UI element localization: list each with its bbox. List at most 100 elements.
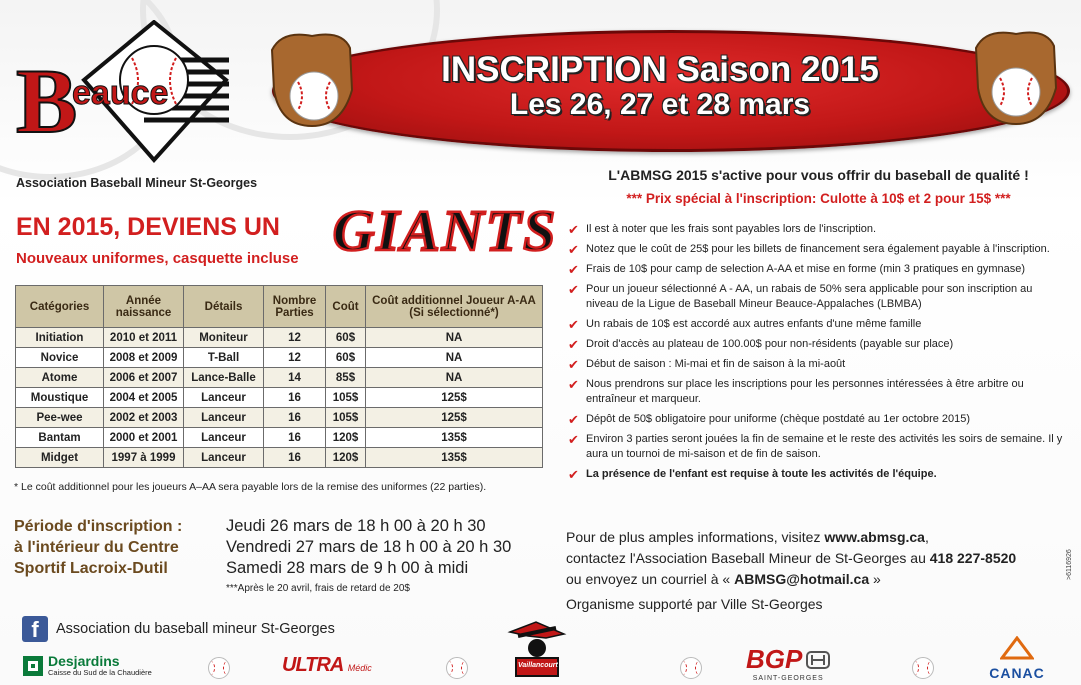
table-cell: 16 bbox=[263, 447, 326, 468]
bullet-text: La présence de l'enfant est requise à to… bbox=[586, 468, 937, 480]
table-cell: 1997 à 1999 bbox=[103, 447, 184, 468]
table-cell: NA bbox=[365, 347, 543, 368]
association-name: Association Baseball Mineur St-Georges bbox=[16, 176, 258, 190]
giants-logo: GIANTS bbox=[331, 197, 558, 265]
table-cell: 2002 et 2003 bbox=[103, 407, 184, 428]
checkmark-icon: ✔ bbox=[568, 337, 579, 352]
bullet-text: Début de saison : Mi-mai et fin de saiso… bbox=[586, 358, 846, 370]
list-item: ✔ Pour un joueur sélectionné A - AA, un r… bbox=[566, 282, 1066, 312]
table-cell: 135$ bbox=[365, 447, 543, 468]
contact-line: ou envoyez un courriel à « ABMSG@hotmail… bbox=[566, 569, 1071, 590]
col-header: Coût additionnel Joueur A-AA (Si sélecti… bbox=[365, 285, 543, 328]
table-cell: Atome bbox=[15, 367, 104, 388]
contact-line: Pour de plus amples informations, visite… bbox=[566, 527, 1071, 548]
schedule-line: Samedi 28 mars de 9 h 00 à midi bbox=[226, 559, 469, 577]
contact-text: ou envoyez un courriel à « bbox=[566, 571, 735, 587]
list-item: ✔ Droit d'accès au plateau de 100.00$ pou… bbox=[566, 337, 1066, 352]
bullet-text: Pour un joueur sélectionné A - AA, un ra… bbox=[586, 283, 1033, 310]
facebook-link[interactable]: f Association du baseball mineur St-Geor… bbox=[22, 616, 335, 642]
table-cell: 2000 et 2001 bbox=[103, 427, 184, 448]
bullet-text: Frais de 10$ pour camp de selection A-AA… bbox=[586, 263, 1025, 275]
svg-text:B: B bbox=[16, 50, 77, 152]
registration-period-label: Période d'inscription : à l'intérieur du… bbox=[14, 516, 224, 579]
table-cell: 120$ bbox=[325, 427, 366, 448]
bullet-text: Environ 3 parties seront jouées la fin d… bbox=[586, 433, 1063, 460]
list-item: ✔ Frais de 10$ pour camp de selection A-A… bbox=[566, 262, 1066, 277]
list-item: ✔ La présence de l'enfant est requise à t… bbox=[566, 467, 1066, 482]
email-link[interactable]: ABMSG@hotmail.ca bbox=[734, 571, 869, 587]
table-cell: Moustique bbox=[15, 387, 104, 408]
svg-text:eauce: eauce bbox=[72, 74, 168, 112]
table-row: Novice 2008 et 2009 T-Ball 12 60$ NA bbox=[15, 347, 543, 368]
bullet-text: Un rabais de 10$ est accordé aux autres … bbox=[586, 318, 922, 330]
contact-info: Pour de plus amples informations, visite… bbox=[566, 527, 1071, 590]
beauce-logo: B eauce bbox=[15, 20, 229, 164]
table-row: Bantam 2000 et 2001 Lanceur 16 120$ 135$ bbox=[15, 427, 543, 448]
schedule-line: Jeudi 26 mars de 18 h 00 à 20 h 30 bbox=[226, 517, 486, 535]
desjardins-sub: Caisse du Sud de la Chaudière bbox=[48, 668, 152, 677]
side-code: >6116926 bbox=[1066, 549, 1073, 580]
list-item: ✔ Dépôt de 50$ obligatoire pour uniforme … bbox=[566, 412, 1066, 427]
table-row: Initiation 2010 et 2011 Moniteur 12 60$ … bbox=[15, 327, 543, 348]
giants-wordmark: GIANTS bbox=[333, 198, 558, 263]
desjardins-name: Desjardins bbox=[48, 653, 120, 669]
table-cell: Novice bbox=[15, 347, 104, 368]
table-cell: Lanceur bbox=[183, 447, 264, 468]
website-link[interactable]: www.abmsg.ca bbox=[824, 529, 925, 545]
baseball-icon bbox=[208, 657, 230, 679]
table-cell: Lanceur bbox=[183, 427, 264, 448]
ultra-name: ULTRA bbox=[282, 654, 344, 676]
contact-text: » bbox=[869, 571, 881, 587]
categories-table: Catégories Année naissance Détails Nombr… bbox=[15, 285, 543, 468]
late-fee-note: ***Après le 20 avril, frais de retard de… bbox=[226, 583, 410, 594]
table-row: Moustique 2004 et 2005 Lanceur 16 105$ 1… bbox=[15, 387, 543, 408]
bullet-text: Droit d'accès au plateau de 100.00$ pour… bbox=[586, 338, 954, 350]
checkmark-icon: ✔ bbox=[568, 242, 579, 257]
baseball-icon bbox=[446, 657, 468, 679]
table-cell: Lance-Balle bbox=[183, 367, 264, 388]
table-cell: 85$ bbox=[325, 367, 366, 388]
phone-number: 418 227-8520 bbox=[929, 550, 1017, 566]
contact-text: contactez l'Association Baseball Mineur … bbox=[566, 550, 930, 566]
period-line: Période d'inscription : bbox=[14, 518, 183, 535]
table-cell: Lanceur bbox=[183, 387, 264, 408]
table-cell: Bantam bbox=[15, 427, 104, 448]
headline: EN 2015, DEVIENS UN bbox=[16, 213, 280, 241]
checkmark-icon: ✔ bbox=[568, 467, 579, 482]
flyer-page: B eauce Association Baseball Mineur St-G… bbox=[0, 0, 1081, 685]
table-cell: Midget bbox=[15, 447, 104, 468]
bullet-text: Notez que le coût de 25$ pour les billet… bbox=[586, 243, 1050, 255]
bullet-text: Nous prendrons sur place les inscription… bbox=[586, 378, 1024, 405]
canac-logo: CANAC bbox=[982, 635, 1052, 681]
bgp-logo: BGP SAINT-GEORGES bbox=[746, 644, 831, 682]
facebook-text: Association du baseball mineur St-George… bbox=[56, 621, 335, 637]
table-cell: 16 bbox=[263, 407, 326, 428]
list-item: ✔ Environ 3 parties seront jouées la fin … bbox=[566, 432, 1066, 462]
list-item: ✔ Nous prendrons sur place les inscriptio… bbox=[566, 377, 1066, 407]
checkmark-icon: ✔ bbox=[568, 262, 579, 277]
facebook-icon: f bbox=[22, 616, 48, 642]
table-cell: NA bbox=[365, 367, 543, 388]
ultra-sub: Médic bbox=[347, 663, 372, 673]
bgp-sub: SAINT-GEORGES bbox=[752, 675, 824, 682]
table-cell: Pee-wee bbox=[15, 407, 104, 428]
checkmark-icon: ✔ bbox=[568, 377, 579, 392]
table-cell: 2006 et 2007 bbox=[103, 367, 184, 388]
table-cell: Moniteur bbox=[183, 327, 264, 348]
table-cell: 12 bbox=[263, 327, 326, 348]
table-cell: 12 bbox=[263, 347, 326, 368]
col-header: Détails bbox=[183, 285, 264, 328]
table-header-row: Catégories Année naissance Détails Nombr… bbox=[15, 285, 543, 328]
table-row: Atome 2006 et 2007 Lance-Balle 14 85$ NA bbox=[15, 367, 543, 388]
list-item: ✔ Début de saison : Mi-mai et fin de sais… bbox=[566, 357, 1066, 372]
table-cell: 135$ bbox=[365, 427, 543, 448]
table-cell: T-Ball bbox=[183, 347, 264, 368]
checkmark-icon: ✔ bbox=[568, 282, 579, 297]
honda-icon bbox=[806, 650, 831, 669]
table-cell: 120$ bbox=[325, 447, 366, 468]
checkmark-icon: ✔ bbox=[568, 432, 579, 447]
period-line: Sportif Lacroix-Dutil bbox=[14, 560, 168, 577]
table-cell: 60$ bbox=[325, 347, 366, 368]
table-cell: 125$ bbox=[365, 407, 543, 428]
table-footnote: * Le coût additionnel pour les joueurs A… bbox=[14, 481, 487, 493]
